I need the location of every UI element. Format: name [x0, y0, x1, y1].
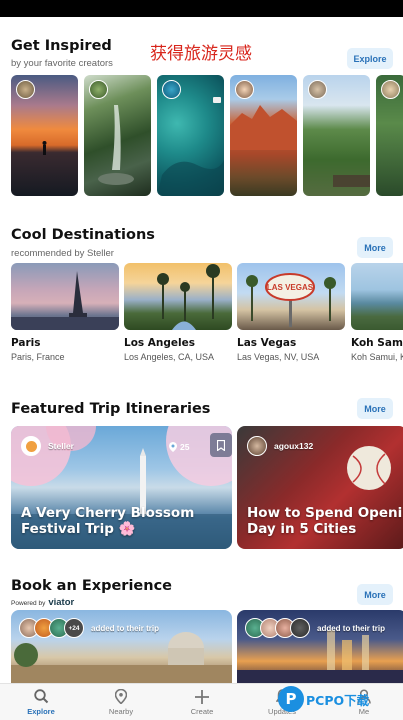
powered-by-label: Powered by [11, 600, 46, 607]
bookmark-button[interactable] [210, 433, 232, 457]
plus-icon [195, 689, 209, 704]
owner-name: agoux132 [274, 441, 314, 451]
itinerary-owner: Steller [21, 436, 74, 456]
status-bar [0, 0, 403, 17]
destination-image [124, 263, 232, 330]
section-subtitle: recommended by Steller [11, 248, 114, 259]
added-text: added to their trip [317, 623, 385, 633]
rock-formation-image [230, 105, 297, 150]
nav-create[interactable]: Create [172, 688, 232, 716]
destination-name: Koh Sam [351, 337, 403, 349]
explore-button[interactable]: Explore [347, 48, 393, 69]
destination-image [351, 263, 403, 330]
destination-name: Paris [11, 337, 41, 349]
pin-count-value: 25 [180, 442, 190, 452]
steller-avatar [21, 436, 41, 456]
inspiration-card[interactable] [376, 75, 403, 196]
watermark-circle: P [278, 686, 304, 712]
eiffel-tower-image [11, 271, 119, 330]
added-text: added to their trip [91, 623, 159, 633]
more-experiences-button[interactable]: More [357, 584, 393, 605]
destination-card-las-vegas[interactable]: LAS VEGAS Las Vegas Las Vegas, NV, USA [237, 263, 345, 362]
bookmark-icon [217, 439, 225, 451]
itinerary-title: A Very Cherry Blossom Festival Trip 🌸 [21, 505, 194, 537]
destination-image [11, 263, 119, 330]
itinerary-title-line: How to Spend Openi [247, 505, 403, 521]
section-title: Featured Trip Itineraries [11, 401, 211, 417]
waterfall-image [98, 105, 134, 185]
owner-avatar [247, 436, 267, 456]
palm-trees-image [157, 264, 220, 330]
more-destinations-button[interactable]: More [357, 237, 393, 258]
destination-location: Los Angeles, CA, USA [124, 352, 215, 362]
itinerary-title-line: Festival Trip 🌸 [21, 521, 136, 537]
destination-name: Los Angeles [124, 337, 196, 349]
traveler-avatars: added to their trip [245, 618, 385, 638]
extra-count-badge: +24 [64, 618, 84, 638]
map-pin-icon [115, 689, 127, 704]
destination-card-los-angeles[interactable]: Los Angeles Los Angeles, CA, USA [124, 263, 232, 362]
traveler-avatars: +24 added to their trip [19, 618, 159, 638]
silhouette-person [42, 141, 47, 155]
watermark-brand: PCPO下载 [306, 692, 370, 708]
itinerary-card[interactable]: Steller 25 A Very Cherry Blossom Festiva… [11, 426, 232, 549]
powered-by-viator: Powered by viator [11, 597, 74, 608]
partner-name: viator [48, 597, 75, 608]
pin-count: 25 [169, 442, 189, 452]
nav-nearby[interactable]: Nearby [91, 688, 151, 716]
destination-card-paris[interactable]: Paris Paris, France [11, 263, 119, 362]
destination-location: Paris, France [11, 352, 65, 362]
section-subtitle: by your favorite creators [11, 58, 113, 69]
watermark-logo: P PCPO下载 [278, 686, 369, 712]
destination-image: LAS VEGAS [237, 263, 345, 330]
more-itineraries-button[interactable]: More [357, 398, 393, 419]
section-title: Get Inspired [11, 38, 112, 54]
section-title: Cool Destinations [11, 227, 155, 243]
itinerary-owner: agoux132 [247, 436, 313, 456]
nav-label: Explore [27, 707, 55, 716]
itinerary-title: How to Spend Openi Day in 5 Cities [247, 505, 402, 537]
inspiration-card[interactable] [230, 75, 297, 196]
experience-card[interactable]: +24 added to their trip [11, 610, 232, 683]
nav-label: Nearby [108, 707, 134, 716]
promo-banner: 获得旅游灵感 [150, 44, 252, 64]
fence-image [333, 175, 370, 187]
traveler-avatar [290, 618, 310, 638]
search-icon [33, 689, 48, 704]
inspiration-card[interactable] [11, 75, 78, 196]
destination-name: Las Vegas [237, 337, 297, 349]
inspiration-card[interactable] [303, 75, 370, 196]
destination-location: Las Vegas, NV, USA [237, 352, 320, 362]
boat-image [157, 97, 224, 196]
sign-text: LAS VEGAS [267, 283, 314, 292]
las-vegas-sign-image: LAS VEGAS [246, 273, 336, 327]
section-title: Book an Experience [11, 578, 173, 594]
inspiration-card[interactable] [84, 75, 151, 196]
destination-location: Koh Samui, K [351, 352, 403, 362]
nav-explore[interactable]: Explore [11, 688, 71, 716]
experience-card[interactable]: added to their trip [237, 610, 403, 683]
itinerary-card[interactable]: agoux132 How to Spend Openi Day in 5 Cit… [237, 426, 403, 549]
map-pin-icon [169, 442, 177, 452]
creator-avatar [381, 80, 400, 99]
itinerary-title-line: A Very Cherry Blossom [21, 505, 195, 521]
inspiration-card[interactable] [157, 75, 224, 196]
itinerary-title-line: Day in 5 Cities [247, 521, 357, 537]
destination-card-koh-samui[interactable]: Koh Sam Koh Samui, K [351, 263, 403, 362]
nav-label: Create [190, 707, 214, 716]
owner-name: Steller [48, 441, 74, 451]
